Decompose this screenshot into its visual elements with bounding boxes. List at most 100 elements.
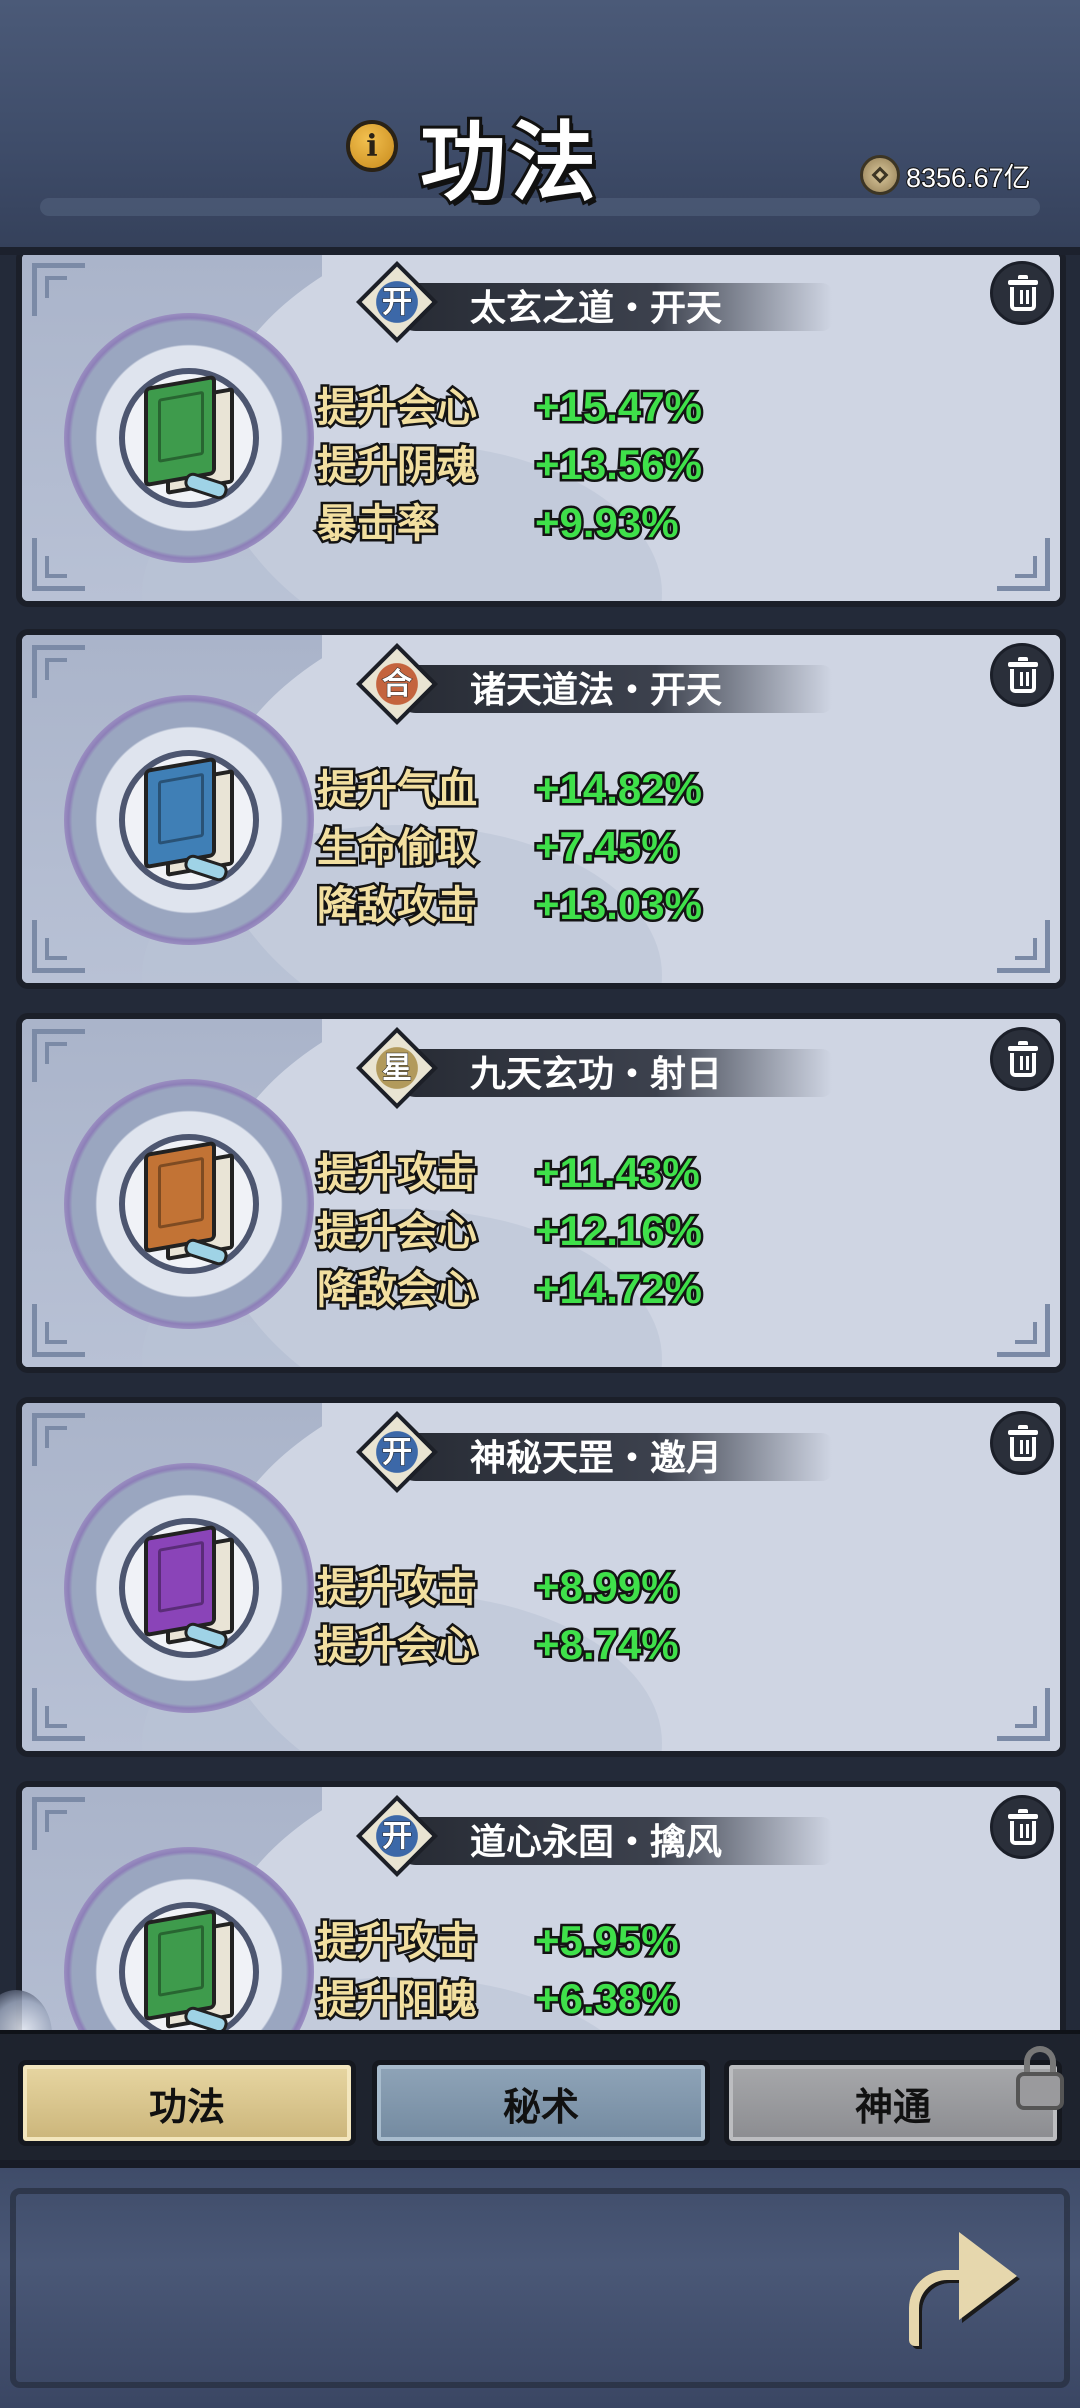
trash-lid xyxy=(1008,1814,1038,1819)
stat-row: 提升会心 +12.16% xyxy=(315,1202,777,1260)
stat-value: +15.47% xyxy=(533,381,705,433)
stat-row: 生命偷取 +7.45% xyxy=(315,818,777,876)
skill-medallion[interactable] xyxy=(64,1847,314,2030)
trash-icon[interactable] xyxy=(990,1027,1054,1091)
trash-icon[interactable] xyxy=(990,1411,1054,1475)
currency-amount: 8356.67亿 xyxy=(905,162,1032,194)
stat-value: +14.72% xyxy=(533,1263,705,1315)
skill-name: 太玄之道・开天 xyxy=(470,288,723,329)
grade-tag-text: 合 xyxy=(382,667,413,703)
skill-title: 合 诸天道法・开天 xyxy=(355,642,842,727)
skill-card[interactable]: 开 道心永固・擒风 提升攻击 +5.95% 提升阳魄 +6.38% xyxy=(16,1781,1066,2030)
stat-label: 提升阴魂 xyxy=(315,441,480,492)
skill-title: 开 太玄之道・开天 xyxy=(355,260,842,345)
book-icon xyxy=(144,374,236,502)
trash-can xyxy=(1010,287,1036,311)
stat-row: 提升阴魂 +13.56% xyxy=(315,436,777,494)
corner-ornament xyxy=(32,645,85,698)
skill-card[interactable]: 星 九天玄功・射日 提升攻击 +11.43% 提升会心 +12.16% 降敌会心 +1… xyxy=(16,1013,1066,1373)
stat-value: +11.43% xyxy=(533,1147,703,1199)
page-title: 功法 xyxy=(417,109,600,216)
trash-can xyxy=(1010,1053,1036,1077)
skill-card[interactable]: 合 诸天道法・开天 提升气血 +14.82% 生命偷取 +7.45% 降敌攻击 +13… xyxy=(16,629,1066,989)
tab-gongfa[interactable]: 功法 xyxy=(18,2060,356,2146)
stat-label: 提升气血 xyxy=(315,765,480,816)
trash-handle xyxy=(1018,1041,1028,1045)
stat-label: 提升会心 xyxy=(315,383,480,434)
skill-medallion[interactable] xyxy=(64,695,314,945)
stat-row: 提升阳魄 +6.38% xyxy=(315,1970,777,2028)
skill-medallion[interactable] xyxy=(64,1079,314,1329)
stat-label: 暴击率 xyxy=(315,499,440,550)
book-icon xyxy=(144,1908,236,2030)
trash-handle xyxy=(1018,1809,1028,1813)
trash-icon[interactable] xyxy=(990,643,1054,707)
skill-name: 道心永固・擒风 xyxy=(470,1822,723,1863)
stat-value: +12.16% xyxy=(533,1205,705,1257)
stat-row: 提升会心 +8.74% xyxy=(315,1616,777,1674)
stat-row: 降敌会心 +14.72% xyxy=(315,1260,777,1318)
header-bar: i 功法 8356.67亿 xyxy=(0,0,1080,255)
corner-ornament xyxy=(997,920,1050,973)
corner-ornament xyxy=(32,1797,85,1850)
stat-value: +6.38% xyxy=(533,1973,682,2025)
stat-row: 提升气血 +14.82% xyxy=(315,760,777,818)
skill-list[interactable]: 开 太玄之道・开天 提升会心 +15.47% 提升阴魂 +13.56% 暴击率 +9.… xyxy=(0,255,1080,2030)
corner-ornament xyxy=(997,1304,1050,1357)
grade-tag-text: 开 xyxy=(382,1435,413,1471)
currency-display: 8356.67亿 xyxy=(860,150,1060,200)
stat-label: 提升攻击 xyxy=(315,1149,480,1200)
trash-can xyxy=(1010,1437,1036,1461)
stat-row: 提升会心 +15.47% xyxy=(315,378,777,436)
trash-can xyxy=(1010,669,1036,693)
tab-bar: 功法 秘术 神通 xyxy=(0,2030,1080,2164)
skill-stats: 提升攻击 +8.99% 提升会心 +8.74% xyxy=(315,1558,777,1674)
stat-value: +7.45% xyxy=(533,821,682,873)
tab-mishu[interactable]: 秘术 xyxy=(372,2060,710,2146)
book-icon xyxy=(144,756,236,884)
trash-can xyxy=(1010,1821,1036,1845)
skill-stats: 提升攻击 +5.95% 提升阳魄 +6.38% xyxy=(315,1912,777,2028)
back-arrow-icon[interactable] xyxy=(895,2218,1025,2358)
book-icon xyxy=(144,1524,236,1652)
trash-lid xyxy=(1008,662,1038,667)
skill-card[interactable]: 开 太玄之道・开天 提升会心 +15.47% 提升阴魂 +13.56% 暴击率 +9.… xyxy=(16,255,1066,607)
skill-title: 星 九天玄功・射日 xyxy=(355,1026,842,1111)
stat-value: +14.82% xyxy=(533,763,705,815)
stat-row: 提升攻击 +8.99% xyxy=(315,1558,777,1616)
stat-row: 提升攻击 +5.95% xyxy=(315,1912,777,1970)
book-cover xyxy=(144,1908,216,2022)
trash-icon[interactable] xyxy=(990,261,1054,325)
trash-handle xyxy=(1018,275,1028,279)
skill-stats: 提升攻击 +11.43% 提升会心 +12.16% 降敌会心 +14.72% xyxy=(315,1144,777,1318)
skill-stats: 提升会心 +15.47% 提升阴魂 +13.56% 暴击率 +9.93% xyxy=(315,378,777,552)
book-cover xyxy=(144,374,216,488)
book-icon xyxy=(144,1140,236,1268)
corner-ornament xyxy=(32,263,85,316)
stat-label: 生命偷取 xyxy=(315,823,480,874)
skill-medallion[interactable] xyxy=(64,1463,314,1713)
skill-title: 开 道心永固・擒风 xyxy=(355,1794,842,1879)
book-cover xyxy=(144,1140,216,1254)
skill-medallion[interactable] xyxy=(64,313,314,563)
stat-label: 降敌会心 xyxy=(315,1265,480,1316)
trash-lid xyxy=(1008,1430,1038,1435)
corner-ornament xyxy=(997,538,1050,591)
skill-title: 开 神秘天罡・邀月 xyxy=(355,1410,842,1495)
info-icon[interactable]: i xyxy=(346,120,398,172)
skill-card[interactable]: 开 神秘天罡・邀月 提升攻击 +8.99% 提升会心 +8.74% xyxy=(16,1397,1066,1757)
trash-lid xyxy=(1008,280,1038,285)
skill-name: 神秘天罡・邀月 xyxy=(470,1438,723,1479)
stat-label: 提升阳魄 xyxy=(315,1975,480,2026)
stat-value: +13.03% xyxy=(533,879,705,931)
arrow-head xyxy=(959,2232,1017,2320)
trash-handle xyxy=(1018,657,1028,661)
stat-value: +8.99% xyxy=(533,1561,682,1613)
stat-row: 提升攻击 +11.43% xyxy=(315,1144,777,1202)
skill-name: 诸天道法・开天 xyxy=(470,670,723,711)
trash-icon[interactable] xyxy=(990,1795,1054,1859)
skill-stats: 提升气血 +14.82% 生命偷取 +7.45% 降敌攻击 +13.03% xyxy=(315,760,777,934)
book-cover xyxy=(144,756,216,870)
corner-ornament xyxy=(32,1413,85,1466)
stat-label: 提升攻击 xyxy=(315,1563,480,1614)
